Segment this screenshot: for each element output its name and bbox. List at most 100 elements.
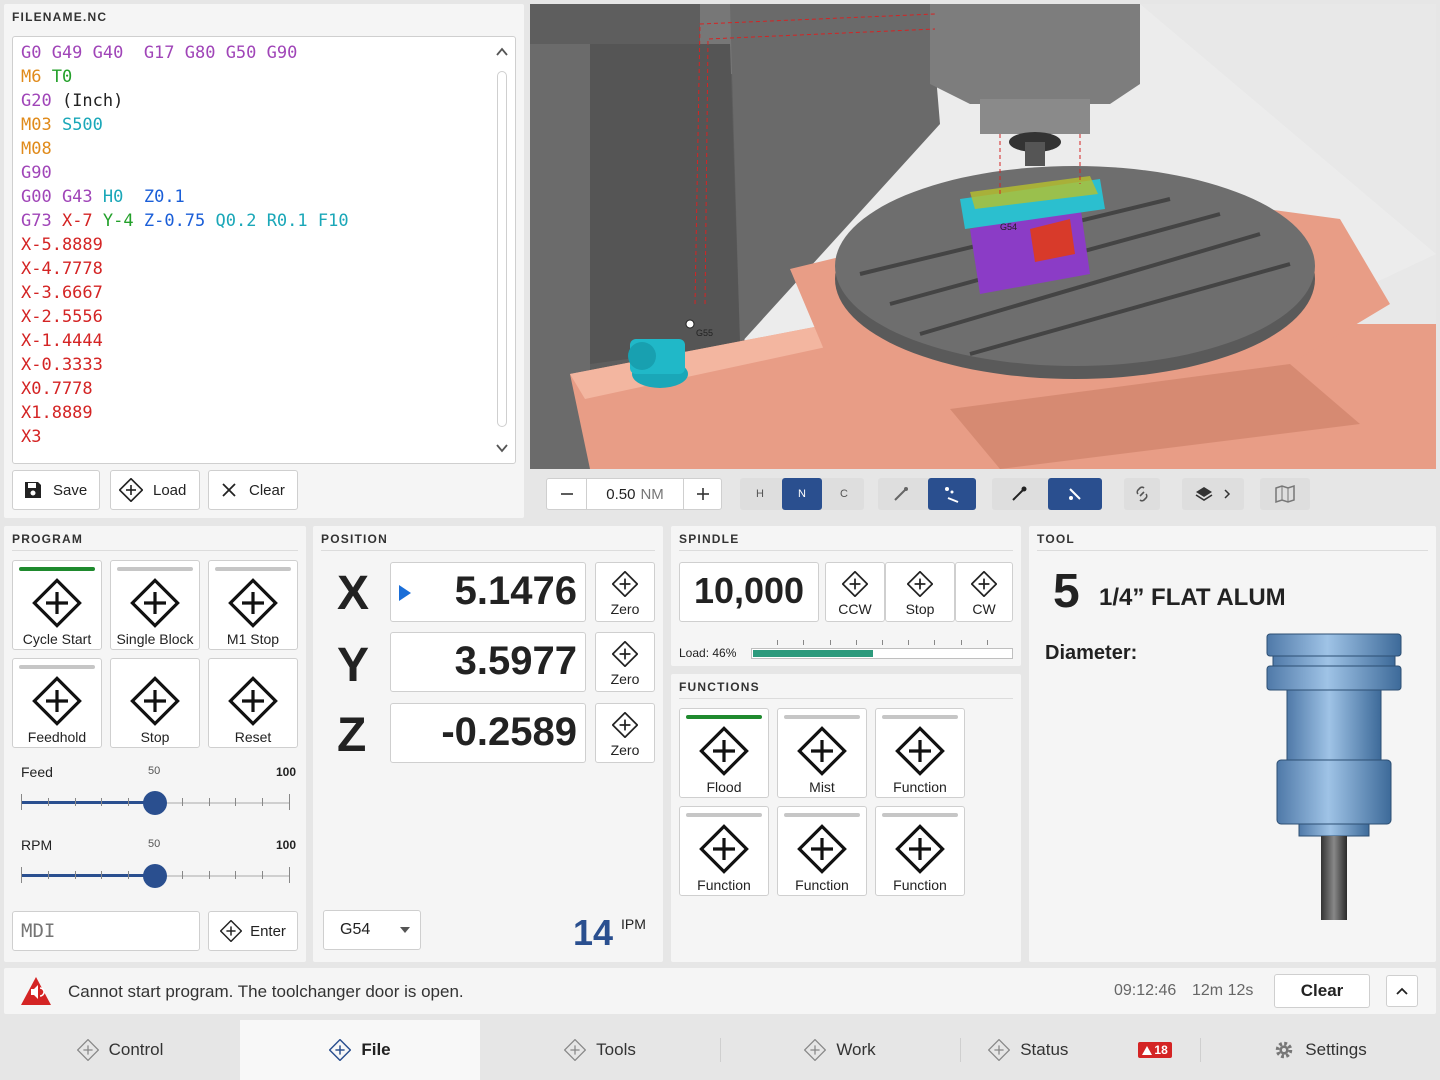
zoom-in-button[interactable] xyxy=(683,479,721,509)
save-button[interactable]: Save xyxy=(12,470,100,510)
tools-icon xyxy=(564,1039,587,1061)
axis-y-value: 3.5977 xyxy=(390,632,586,692)
active-axis-arrow-icon xyxy=(399,585,411,601)
wcs-select[interactable]: G54 xyxy=(323,910,421,950)
code-line[interactable]: M6 T0 xyxy=(21,65,481,89)
code-token: X0.7778 xyxy=(21,379,93,399)
nav-file[interactable]: File xyxy=(240,1020,480,1080)
slider-tick xyxy=(101,871,103,879)
zoom-out-button[interactable] xyxy=(547,479,587,509)
mdi-input[interactable] xyxy=(12,911,200,951)
code-token: X-4.7778 xyxy=(21,259,103,279)
zero-z-button[interactable]: Zero xyxy=(595,703,655,763)
status-bar: Cannot start program. The toolchanger do… xyxy=(4,968,1436,1014)
nav-settings[interactable]: Settings xyxy=(1200,1020,1440,1080)
view-n-button[interactable]: N xyxy=(782,478,822,510)
code-line[interactable]: M03 S500 xyxy=(21,113,481,137)
code-editor[interactable]: G0 G49 G40 G17 G80 G50 G90 M6 T0 G20 (Inch… xyxy=(12,36,516,464)
program-tile-single-block[interactable]: Single Block xyxy=(110,560,200,650)
code-line[interactable]: G90 xyxy=(21,161,481,185)
code-line[interactable]: G73 X-7 Y-4 Z-0.75 Q0.2 R0.1 F10 xyxy=(21,209,481,233)
tile-label: Function xyxy=(893,779,947,795)
status-clear-button[interactable]: Clear xyxy=(1274,974,1370,1008)
code-line[interactable]: X-3.6667 xyxy=(21,281,481,305)
view-c-button[interactable]: C xyxy=(824,478,864,510)
nav-settings-label: Settings xyxy=(1305,1040,1367,1059)
scrollbar-track[interactable] xyxy=(497,71,507,427)
tool-hide-button[interactable] xyxy=(1048,478,1102,510)
function-tile-function[interactable]: Function xyxy=(679,806,769,896)
code-line[interactable]: G20 (Inch) xyxy=(21,89,481,113)
view-h-button[interactable]: H xyxy=(740,478,780,510)
code-line[interactable]: X-1.4444 xyxy=(21,329,481,353)
function-tile-function[interactable]: Function xyxy=(875,708,965,798)
program-tile-cycle-start[interactable]: Cycle Start xyxy=(12,560,102,650)
layers-button[interactable] xyxy=(1182,478,1244,510)
nav-status[interactable]: Status 18 xyxy=(960,1020,1200,1080)
chevron-right-icon xyxy=(1224,489,1231,499)
function-tile-mist[interactable]: Mist xyxy=(777,708,867,798)
nav-tools[interactable]: Tools xyxy=(480,1020,720,1080)
tool-show-button[interactable] xyxy=(992,478,1046,510)
code-token: X-0.3333 xyxy=(21,355,103,375)
zero-icon xyxy=(612,712,638,738)
axis-z-value: -0.2589 xyxy=(390,703,586,763)
code-token: X-3.6667 xyxy=(21,283,103,303)
code-line[interactable]: X-4.7778 xyxy=(21,257,481,281)
tile-status-bar xyxy=(784,715,860,719)
map-button[interactable] xyxy=(1260,478,1310,510)
code-line[interactable]: X-0.3333 xyxy=(21,353,481,377)
rpm-mid-label: 50 xyxy=(148,838,161,850)
code-line[interactable]: G00 G43 H0 Z0.1 xyxy=(21,185,481,209)
function-tile-flood[interactable]: Flood xyxy=(679,708,769,798)
code-line[interactable]: X1.8889 xyxy=(21,401,481,425)
program-tile-m1-stop[interactable]: M1 Stop xyxy=(208,560,298,650)
cw-label: CW xyxy=(972,601,996,617)
code-line[interactable]: X0.7778 xyxy=(21,377,481,401)
nav-work[interactable]: Work xyxy=(720,1020,960,1080)
zero-y-button[interactable]: Zero xyxy=(595,632,655,692)
status-expand-button[interactable] xyxy=(1386,975,1418,1007)
spindle-stop-button[interactable]: Stop xyxy=(885,562,955,622)
wand-on-button[interactable] xyxy=(928,478,976,510)
zoom-value[interactable]: 0.50 NM xyxy=(587,479,683,509)
zero-icon xyxy=(612,571,638,597)
load-button[interactable]: Load xyxy=(110,470,200,510)
program-tile-stop[interactable]: Stop xyxy=(110,658,200,748)
program-tile-feedhold[interactable]: Feedhold xyxy=(12,658,102,748)
code-token: G90 xyxy=(21,163,52,183)
code-line[interactable]: X3 xyxy=(21,425,481,449)
spindle-ccw-button[interactable]: CCW xyxy=(825,562,885,622)
function-tile-function[interactable]: Function xyxy=(777,806,867,896)
scrollbar-up-icon[interactable] xyxy=(495,45,509,59)
nav-work-label: Work xyxy=(836,1040,876,1059)
clear-editor-button[interactable]: Clear xyxy=(208,470,298,510)
view-mode-group: H N C xyxy=(740,478,864,510)
wand-off-button[interactable] xyxy=(878,478,924,510)
code-lines[interactable]: G0 G49 G40 G17 G80 G50 G90 M6 T0 G20 (Inch… xyxy=(21,41,481,449)
code-token: (Inch) xyxy=(61,91,124,111)
code-line[interactable]: X-5.8889 xyxy=(21,233,481,257)
pen-off-icon xyxy=(1069,488,1081,500)
code-line[interactable]: M08 xyxy=(21,137,481,161)
slider-tick xyxy=(208,871,210,879)
machine-3d-viewport[interactable]: G55 G54 xyxy=(530,4,1436,469)
spindle-cw-button[interactable]: CW xyxy=(955,562,1013,622)
scrollbar-down-icon[interactable] xyxy=(495,441,509,455)
link-group xyxy=(1124,478,1160,510)
zero-x-button[interactable]: Zero xyxy=(595,562,655,622)
nav-control[interactable]: Control xyxy=(0,1020,240,1080)
rpm-thumb[interactable] xyxy=(143,864,167,888)
function-tile-function[interactable]: Function xyxy=(875,806,965,896)
program-tile-reset[interactable]: Reset xyxy=(208,658,298,748)
mdi-enter-button[interactable]: Enter xyxy=(208,911,298,951)
code-line[interactable]: G0 G49 G40 G17 G80 G50 G90 xyxy=(21,41,481,65)
feed-slider[interactable] xyxy=(21,784,290,820)
feed-thumb[interactable] xyxy=(143,791,167,815)
code-token: X-7 xyxy=(61,211,103,231)
code-line[interactable]: X-2.5556 xyxy=(21,305,481,329)
tile-label: M1 Stop xyxy=(226,631,280,647)
status-message: Cannot start program. The toolchanger do… xyxy=(68,982,464,1001)
rpm-slider[interactable] xyxy=(21,857,290,893)
link-button[interactable] xyxy=(1124,478,1160,510)
